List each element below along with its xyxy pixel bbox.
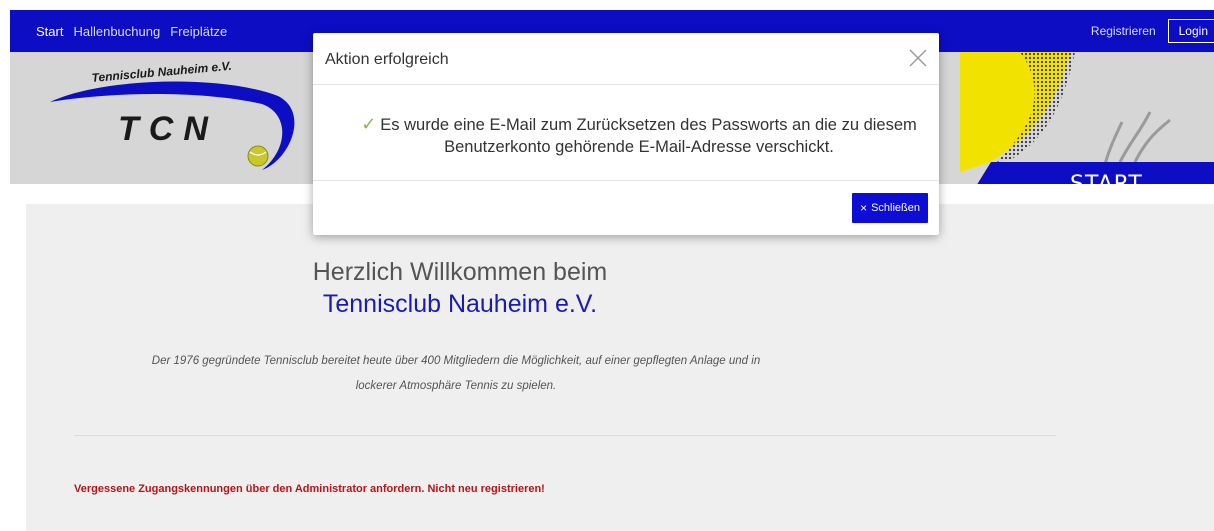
dialog-title: Aktion erfolgreich (325, 51, 449, 68)
dialog-message: ✓ Es wurde eine E-Mail zum Zurücksetzen d… (359, 113, 919, 158)
nav-right: Registrieren Login (1091, 10, 1214, 52)
nav-item-freiplaetze[interactable]: Freiplätze (170, 24, 227, 39)
warning-notice: Vergessene Zugangskennungen über den Adm… (74, 483, 545, 495)
nav-left: Start Hallenbuchung Freiplätze (36, 10, 227, 52)
dialog-body: ✓ Es wurde eine E-Mail zum Zurücksetzen d… (313, 85, 939, 181)
svg-text:TCN: TCN (118, 110, 218, 148)
register-link[interactable]: Registrieren (1091, 24, 1156, 38)
intro-line-1: Der 1976 gegründete Tennisclub bereitet … (151, 355, 761, 367)
dialog-header: Aktion erfolgreich (313, 33, 939, 85)
intro-line-2: lockerer Atmosphäre Tennis zu spielen. (355, 380, 557, 392)
close-icon[interactable] (907, 47, 929, 69)
content-divider (74, 435, 1056, 436)
intro-text: Der 1976 gegründete Tennisclub bereitet … (96, 349, 816, 399)
check-icon: ✓ (361, 114, 377, 134)
svg-text:Tennisclub Nauheim e.V.: Tennisclub Nauheim e.V. (91, 60, 232, 85)
club-name-heading: Tennisclub Nauheim e.V. (322, 290, 598, 318)
nav-item-hallenbuchung[interactable]: Hallenbuchung (73, 24, 160, 39)
tcn-logo[interactable]: Tennisclub Nauheim e.V. TCN (40, 60, 300, 180)
x-icon: × (860, 201, 868, 215)
dialog-message-text: Es wurde eine E-Mail zum Zurücksetzen de… (380, 116, 917, 156)
success-dialog: Aktion erfolgreich ✓ Es wurde eine E-Mail… (313, 33, 939, 235)
close-button[interactable]: × Schließen (852, 193, 928, 223)
nav-item-start[interactable]: Start (36, 24, 63, 39)
welcome-heading: Herzlich Willkommen beim (312, 258, 608, 286)
login-button[interactable]: Login (1167, 19, 1214, 43)
page-title: START (1070, 172, 1143, 197)
close-button-label: Schließen (871, 202, 920, 214)
